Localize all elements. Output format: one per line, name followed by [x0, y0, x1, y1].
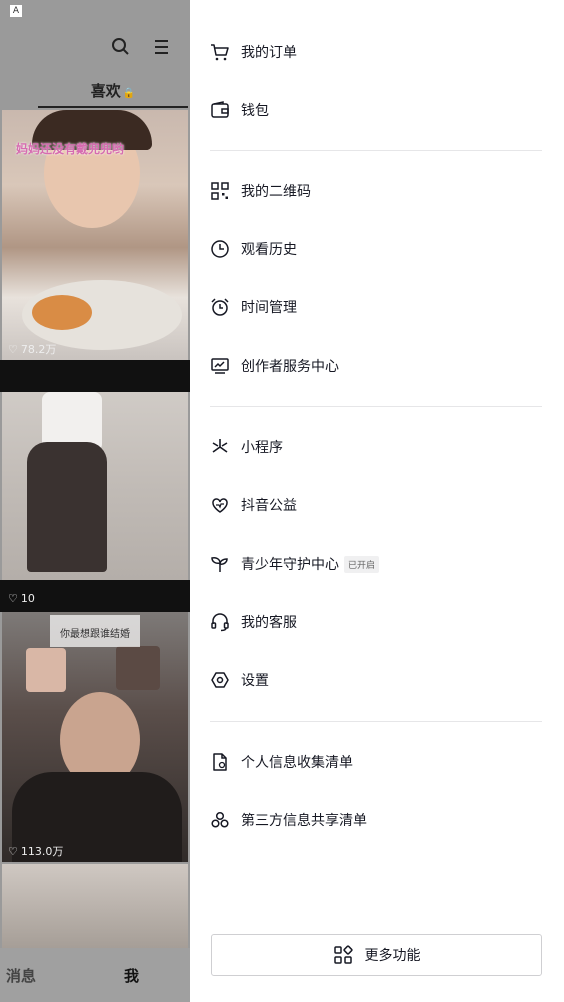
menu-item-label: 我的二维码 — [241, 184, 311, 200]
more-features-button[interactable]: 更多功能 — [211, 934, 542, 976]
alarm-icon — [210, 297, 230, 317]
divider-strip — [0, 360, 190, 392]
section-divider — [210, 150, 542, 151]
nav-messages[interactable]: 消息 — [6, 965, 36, 986]
video-thumbnail-4[interactable] — [2, 864, 188, 948]
settings-hexagon-icon — [210, 670, 230, 690]
section-divider — [210, 406, 542, 407]
heart-icon: ♡ — [8, 342, 18, 356]
document-check-icon — [210, 752, 230, 772]
clock-icon — [210, 239, 230, 259]
more-features-label: 更多功能 — [364, 948, 421, 964]
menu-item-personal-info-list[interactable]: 个人信息收集清单 — [210, 742, 544, 782]
menu-item-label: 钱包 — [241, 103, 269, 119]
heart-icon: ♡ — [8, 592, 18, 605]
status-indicator: A — [10, 5, 22, 17]
search-icon[interactable] — [110, 36, 132, 58]
qr-code-icon — [210, 181, 230, 201]
menu-item-label: 时间管理 — [241, 300, 297, 316]
headset-icon — [210, 612, 230, 632]
menu-item-label: 我的订单 — [241, 45, 297, 61]
tab-likes[interactable]: 喜欢 🔒 — [38, 76, 188, 108]
menu-icon[interactable] — [152, 36, 174, 58]
menu-item-watch-history[interactable]: 观看历史 — [210, 229, 544, 269]
skirt-image — [27, 442, 107, 572]
tab-likes-label: 喜欢 — [90, 82, 121, 100]
cart-icon — [210, 42, 230, 62]
menu-item-label: 观看历史 — [241, 242, 297, 258]
menu-item-orders[interactable]: 我的订单 — [210, 32, 544, 72]
menu-item-charity[interactable]: 抖音公益 — [210, 485, 544, 525]
menu-item-youth-protection[interactable]: 青少年守护中心 已开启 — [210, 544, 544, 584]
menu-item-mini-program[interactable]: 小程序 — [210, 427, 544, 467]
side-drawer: 我的订单 钱包 我的二维码 观看历史 时间管理 创作者服务中心 小程序 抖音公益… — [190, 0, 564, 1002]
menu-item-label: 创作者服务中心 — [241, 359, 339, 375]
mini-program-icon — [210, 437, 230, 457]
menu-item-label: 抖音公益 — [241, 498, 297, 514]
status-badge: 已开启 — [344, 555, 380, 573]
video-thumbnail-3[interactable] — [2, 612, 188, 862]
menu-item-label: 小程序 — [241, 440, 283, 456]
menu-item-third-party-sharing[interactable]: 第三方信息共享清单 — [210, 800, 544, 840]
bottom-nav: 消息 我 — [0, 948, 190, 1002]
menu-item-settings[interactable]: 设置 — [210, 660, 544, 700]
sprout-icon — [210, 554, 230, 574]
section-divider — [210, 721, 542, 722]
menu-item-label: 设置 — [241, 673, 269, 689]
portrait-right-image — [116, 646, 160, 690]
likes-count-3: ♡ 113.0万 — [8, 844, 64, 859]
menu-item-label: 个人信息收集清单 — [241, 755, 353, 771]
background-profile-page: A 喜欢 🔒 妈妈还没有戴兜兜哟 ♡ 78.2万 ♡ 10 你最想跟谁结婚 ♡ 113.… — [0, 0, 190, 1002]
food-image — [32, 295, 92, 330]
wallet-icon — [210, 100, 230, 120]
menu-item-customer-service[interactable]: 我的客服 — [210, 602, 544, 642]
menu-item-time-management[interactable]: 时间管理 — [210, 287, 544, 327]
heart-icon: ♡ — [8, 844, 18, 858]
menu-item-label: 我的客服 — [241, 615, 297, 631]
menu-item-label: 第三方信息共享清单 — [241, 813, 367, 829]
menu-item-wallet[interactable]: 钱包 — [210, 90, 544, 130]
menu-item-label: 青少年守护中心 — [241, 557, 339, 573]
lock-icon: 🔒 — [122, 88, 136, 99]
charity-heart-icon — [210, 495, 230, 515]
video-thumbnail-2[interactable] — [2, 392, 188, 580]
question-overlay: 你最想跟谁结婚 — [50, 615, 140, 647]
menu-item-creator-center[interactable]: 创作者服务中心 — [210, 346, 544, 386]
menu-item-qr-code[interactable]: 我的二维码 — [210, 171, 544, 211]
thumbnail-caption: 妈妈还没有戴兜兜哟 — [16, 142, 125, 156]
share-circles-icon — [210, 810, 230, 830]
nav-me[interactable]: 我 — [124, 965, 139, 986]
likes-count-1: ♡ 78.2万 — [8, 342, 57, 357]
portrait-left-image — [26, 648, 66, 692]
likes-count-2: ♡ 10 — [8, 592, 35, 605]
apps-grid-icon — [333, 945, 353, 965]
creator-chart-icon — [210, 356, 230, 376]
